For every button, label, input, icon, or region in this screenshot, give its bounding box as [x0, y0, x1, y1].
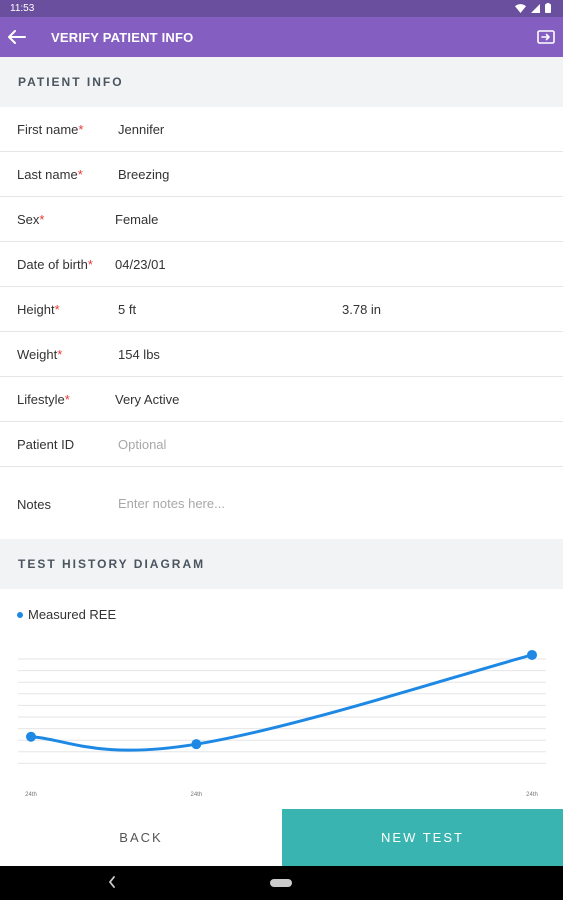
back-button[interactable]: BACK	[0, 809, 282, 866]
status-time: 11:53	[10, 3, 35, 14]
height-row[interactable]: Height* 5 ft 3.78 in	[0, 287, 563, 332]
legend-label: Measured REE	[28, 607, 117, 622]
first-name-label: First name*	[17, 122, 84, 137]
lifestyle-select[interactable]: Very Active	[115, 392, 179, 407]
lifestyle-row[interactable]: Lifestyle* Very Active	[0, 377, 563, 422]
new-test-button[interactable]: NEW TEST	[282, 809, 563, 866]
dob-field[interactable]: 04/23/01	[115, 257, 166, 272]
data-point[interactable]	[527, 649, 537, 660]
height-label: Height*	[17, 302, 60, 317]
data-point[interactable]	[191, 739, 202, 750]
back-arrow-button[interactable]	[5, 25, 29, 49]
patient-info-header-label: PATIENT INFO	[18, 75, 124, 89]
system-nav-bar	[0, 866, 563, 900]
patient-id-input[interactable]: Optional	[118, 437, 166, 452]
bottom-action-bar: BACK NEW TEST	[0, 809, 563, 866]
weight-label: Weight*	[17, 347, 63, 362]
wifi-icon	[515, 3, 526, 13]
test-history-header-label: TEST HISTORY DIAGRAM	[18, 557, 206, 571]
notes-input[interactable]: Enter notes here...	[118, 496, 225, 511]
nav-back-icon[interactable]	[108, 876, 116, 888]
sex-row[interactable]: Sex* Female	[0, 197, 563, 242]
required-mark: *	[54, 302, 60, 317]
patient-id-label: Patient ID	[17, 437, 75, 452]
x-tick-label: 24th	[190, 792, 202, 798]
app-bar: VERIFY PATIENT INFO	[0, 17, 563, 57]
notes-label: Notes	[17, 497, 51, 512]
patient-info-header: PATIENT INFO	[0, 57, 563, 107]
required-mark: *	[87, 257, 93, 272]
sex-label: Sex*	[17, 212, 45, 227]
height-inches-field[interactable]: 3.78 in	[342, 302, 381, 317]
required-mark: *	[57, 347, 63, 362]
last-name-field[interactable]: Breezing	[118, 167, 169, 182]
required-mark: *	[77, 167, 83, 182]
battery-icon	[545, 3, 551, 13]
first-name-field[interactable]: Jennifer	[118, 122, 164, 137]
signal-icon	[531, 3, 540, 13]
exit-to-app-icon	[537, 30, 555, 44]
dob-label: Date of birth*	[17, 257, 93, 272]
chart-legend: Measured REE	[17, 607, 116, 622]
exit-button[interactable]	[534, 25, 558, 49]
test-history-header: TEST HISTORY DIAGRAM	[0, 539, 563, 589]
series-line-measured-ree	[30, 653, 533, 752]
test-history-chart: 24th 24th 24th	[18, 649, 546, 798]
last-name-row[interactable]: Last name* Breezing	[0, 152, 563, 197]
height-feet-field[interactable]: 5 ft	[118, 302, 136, 317]
required-mark: *	[39, 212, 45, 227]
status-icons	[515, 3, 551, 13]
arrow-left-icon	[8, 30, 26, 44]
sex-select[interactable]: Female	[115, 212, 158, 227]
last-name-label: Last name*	[17, 167, 83, 182]
notes-row[interactable]: Notes Enter notes here...	[0, 467, 563, 539]
patient-id-row[interactable]: Patient ID Optional	[0, 422, 563, 467]
data-point[interactable]	[26, 731, 36, 742]
status-bar: 11:53	[0, 0, 563, 17]
x-tick-label: 24th	[526, 792, 538, 798]
required-mark: *	[64, 392, 70, 407]
required-mark: *	[78, 122, 84, 137]
weight-field[interactable]: 154 lbs	[118, 347, 160, 362]
weight-row[interactable]: Weight* 154 lbs	[0, 332, 563, 377]
dob-row[interactable]: Date of birth* 04/23/01	[0, 242, 563, 287]
nav-home-pill[interactable]	[270, 879, 292, 887]
x-tick-label: 24th	[25, 792, 37, 798]
lifestyle-label: Lifestyle*	[17, 392, 70, 407]
page-title: VERIFY PATIENT INFO	[51, 30, 194, 45]
first-name-row[interactable]: First name* Jennifer	[0, 107, 563, 152]
legend-dot-icon	[17, 611, 23, 618]
